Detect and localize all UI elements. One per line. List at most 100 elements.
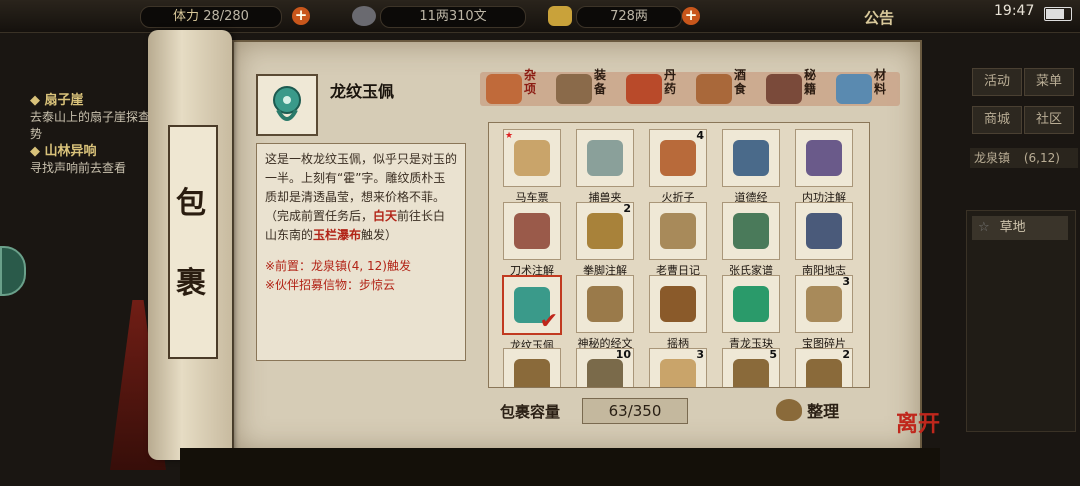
item-slot[interactable]: 神秘的经文 (574, 275, 636, 351)
menu-button[interactable]: 菜单 (1024, 68, 1074, 96)
item-thumb: ✔ (502, 275, 562, 335)
add-silver-button[interactable]: + (682, 7, 700, 25)
tab-0[interactable]: 杂项 (484, 66, 552, 112)
tab-2[interactable]: 丹药 (624, 66, 692, 112)
item-thumb (795, 129, 853, 187)
item-slot[interactable]: 3 (647, 348, 709, 387)
item-slot[interactable]: 摇柄 (647, 275, 709, 351)
silver-display: 728两 (576, 6, 682, 28)
leave-button[interactable]: 离开 (896, 406, 940, 438)
item-thumb (503, 202, 561, 260)
item-slot[interactable]: 10 (574, 348, 636, 387)
scroll-title-char: 包 (176, 186, 206, 221)
item-thumb: 3 (649, 348, 707, 387)
tab-label: 酒食 (734, 68, 747, 96)
sort-button[interactable]: 整理 (776, 398, 852, 424)
book-icon (733, 213, 769, 249)
selected-item-icon-box (256, 74, 318, 136)
tab-1[interactable]: 装备 (554, 66, 622, 112)
item-slot[interactable]: 2 拳脚注解 (574, 202, 636, 278)
add-stamina-button[interactable]: + (292, 7, 310, 25)
tab-5[interactable]: 材料 (834, 66, 902, 112)
notice-button[interactable]: 公告 (864, 7, 894, 28)
pill-icon (626, 74, 662, 104)
book-icon (766, 74, 802, 104)
terrain-row: ☆ 草地 (972, 216, 1068, 240)
bamboo-icon (587, 359, 623, 387)
item-thumb (503, 348, 561, 387)
item-thumb: 2 (576, 202, 634, 260)
item-thumb: 2 (795, 348, 853, 387)
item-slot[interactable]: 道德经 (720, 129, 782, 205)
item-count: 5 (769, 348, 777, 361)
star-icon: ☆ (978, 220, 990, 235)
item-thumb: 4 (649, 129, 707, 187)
item-thumb (722, 202, 780, 260)
scroll-icon (806, 140, 842, 176)
map-icon (806, 286, 842, 322)
item-slot[interactable]: 老曹日记 (647, 202, 709, 278)
tab-4[interactable]: 秘籍 (764, 66, 832, 112)
shop-button[interactable]: 商城 (972, 106, 1022, 134)
item-slot[interactable]: 3 宝图碎片 (793, 275, 855, 351)
item-slot[interactable]: 4 火折子 (647, 129, 709, 205)
clock: 19:47 (994, 3, 1035, 19)
item-thumb (722, 275, 780, 333)
location-name: 龙泉镇 (974, 151, 1011, 165)
stamina-value: 28/280 (203, 9, 249, 24)
trap-icon (587, 140, 623, 176)
item-slot[interactable]: 内功注解 (793, 129, 855, 205)
category-tabs: 杂项 装备 丹药 酒食 秘籍 材料 (484, 66, 894, 112)
item-grid: ★ 马车票 捕兽夹 4 火折子 道德经 内功注解刀术注解 2 拳脚注解 老曹日记 张氏家谱 南阳地志 ✔… (488, 122, 870, 388)
location-coords: (6,12) (1023, 151, 1060, 165)
activity-button[interactable]: 活动 (972, 68, 1022, 96)
scroll-title-char: 裹 (176, 266, 206, 301)
bamboo-icon (514, 359, 550, 387)
item-slot[interactable]: 5 (720, 348, 782, 387)
page-icon (660, 213, 696, 249)
item-slot[interactable]: 南阳地志 (793, 202, 855, 278)
desc-highlight: 白天 (373, 209, 398, 223)
item-slot[interactable]: 张氏家谱 (720, 202, 782, 278)
item-thumb: ★ (503, 129, 561, 187)
ticket-icon (514, 140, 550, 176)
scroll-icon (514, 213, 550, 249)
item-count: 2 (623, 202, 631, 215)
book-icon (806, 213, 842, 249)
tab-label: 丹药 (664, 68, 677, 96)
item-slot[interactable] (501, 348, 563, 387)
tab-3[interactable]: 酒食 (694, 66, 762, 112)
item-slot[interactable]: 2 (793, 348, 855, 387)
new-star-icon: ★ (505, 131, 514, 141)
scroll-title-plaque (168, 125, 218, 359)
bag-icon (776, 399, 802, 421)
item-slot[interactable]: ★ 马车票 (501, 129, 563, 205)
checkmark-icon: ✔ (539, 309, 558, 334)
item-slot[interactable]: 捕兽夹 (574, 129, 636, 205)
weapon-icon (556, 74, 592, 104)
crank-icon (660, 286, 696, 322)
copper-coin-icon (352, 6, 376, 26)
scroll-icon (660, 359, 696, 387)
item-thumb (722, 129, 780, 187)
item-thumb (795, 202, 853, 260)
tab-label: 装备 (594, 68, 607, 96)
item-thumb (649, 202, 707, 260)
side-expand-tab[interactable] (0, 246, 26, 296)
item-slot[interactable]: 青龙玉玦 (720, 275, 782, 351)
item-slot[interactable]: ✔ 龙纹玉佩 (501, 275, 563, 353)
item-count: 2 (842, 348, 850, 361)
item-count: 4 (696, 129, 704, 142)
stamina-display: 体力 28/280 (140, 6, 282, 28)
battery-icon (1044, 7, 1072, 21)
item-thumb: 10 (576, 348, 634, 387)
bamboo-icon (806, 359, 842, 387)
item-description-panel: 这是一枚龙纹玉佩，似乎只是对玉的一半。上刻有“霍”字。雕纹质朴玉质却是清透晶莹，… (256, 143, 466, 361)
item-count: 3 (842, 275, 850, 288)
stamina-prefix: 体力 (173, 9, 200, 24)
crystal-icon (836, 74, 872, 104)
community-button[interactable]: 社区 (1024, 106, 1074, 134)
page-icon (587, 286, 623, 322)
item-slot[interactable]: 刀术注解 (501, 202, 563, 278)
map-panel (966, 210, 1076, 432)
